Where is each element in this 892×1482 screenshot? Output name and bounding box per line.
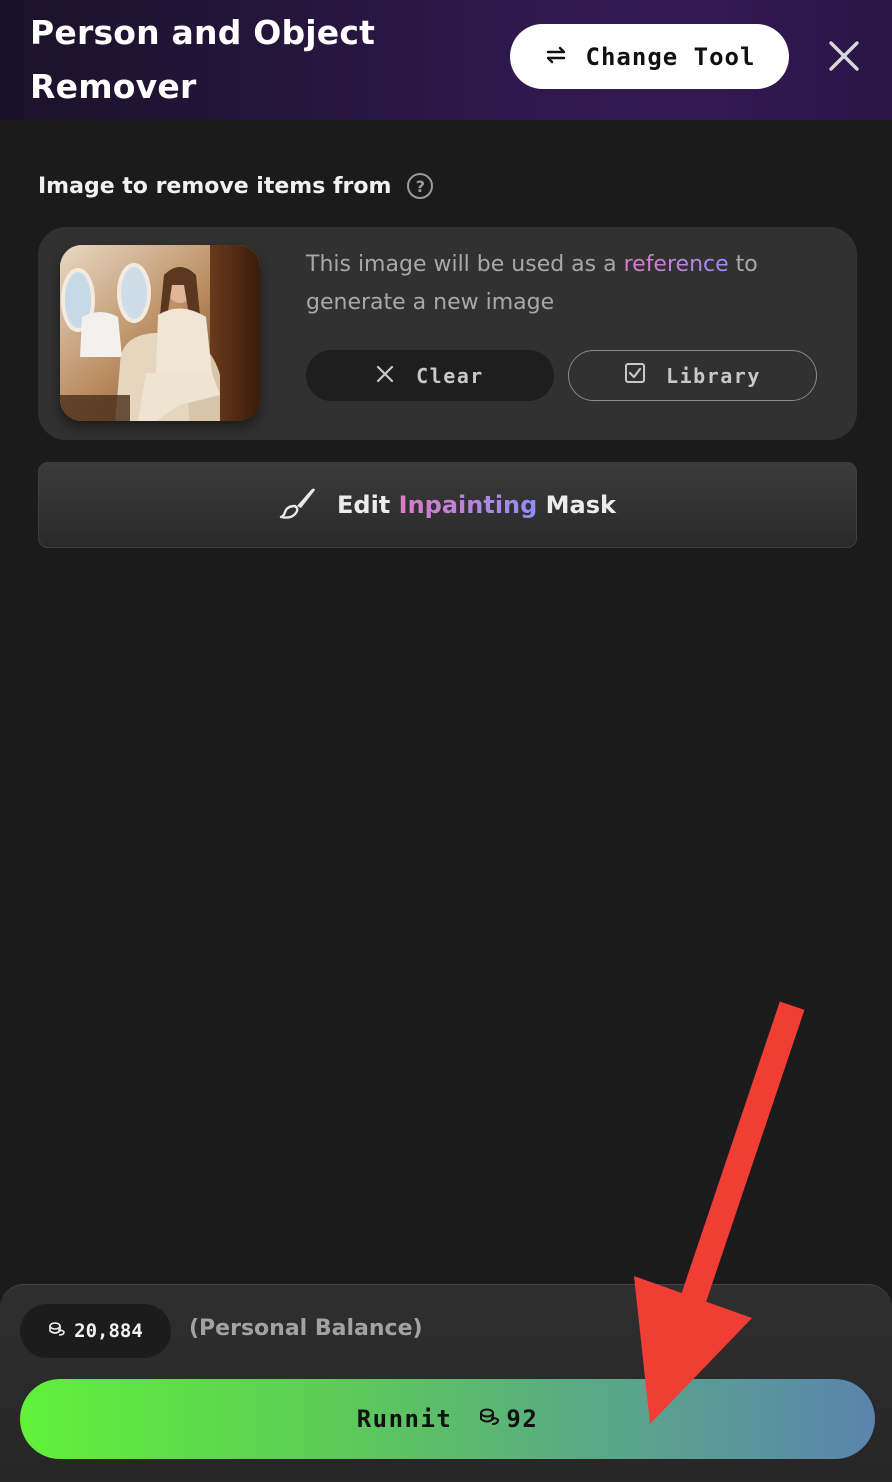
change-tool-button[interactable]: Change Tool — [510, 24, 789, 89]
coins-icon — [48, 1320, 66, 1342]
description-accent: reference — [623, 252, 729, 277]
balance-chip: 20,884 — [20, 1304, 171, 1358]
reference-description: This image will be used as a reference t… — [306, 246, 826, 322]
annotation-arrow-icon — [634, 1001, 805, 1424]
library-button[interactable]: Library — [568, 350, 817, 401]
balance-label: (Personal Balance) — [189, 1316, 423, 1341]
reference-image-card: This image will be used as a reference t… — [38, 227, 857, 440]
tool-title: Person and Object Remover — [30, 6, 430, 114]
balance-value: 20,884 — [74, 1320, 143, 1342]
brush-icon — [279, 484, 317, 526]
close-button[interactable] — [822, 36, 866, 80]
runnit-cost-value: 92 — [506, 1405, 539, 1433]
runnit-label: Runnit — [356, 1405, 453, 1433]
section-label-text: Image to remove items from — [38, 173, 392, 199]
runnit-button[interactable]: Runnit 92 — [20, 1379, 875, 1459]
runnit-cost: 92 — [478, 1405, 538, 1433]
coins-icon — [478, 1405, 500, 1433]
section-label: Image to remove items from ? — [38, 170, 434, 202]
checkbox-icon — [624, 362, 646, 389]
help-icon[interactable]: ? — [407, 173, 434, 199]
swap-arrows-icon — [544, 43, 568, 71]
edit-mask-prefix: Edit — [337, 491, 391, 519]
edit-mask-suffix: Mask — [545, 491, 616, 519]
library-label: Library — [666, 363, 761, 388]
tool-title-line-1: Person and Object — [30, 13, 376, 52]
edit-mask-label: Edit Inpainting Mask — [337, 491, 616, 519]
clear-button[interactable]: Clear — [306, 350, 554, 401]
tool-title-line-2: Remover — [30, 67, 197, 106]
description-before: This image will be used as a — [306, 252, 624, 277]
x-icon — [376, 364, 394, 388]
bottom-action-panel: 20,884 (Personal Balance) Runnit 92 — [0, 1284, 892, 1482]
clear-label: Clear — [416, 363, 484, 388]
edit-inpainting-mask-button[interactable]: Edit Inpainting Mask — [38, 462, 857, 548]
reference-image-thumbnail[interactable] — [60, 245, 260, 421]
close-icon — [828, 40, 860, 76]
edit-mask-accent: Inpainting — [398, 491, 538, 519]
header-bar: Person and Object Remover Change Tool — [0, 0, 892, 120]
change-tool-label: Change Tool — [585, 42, 756, 71]
